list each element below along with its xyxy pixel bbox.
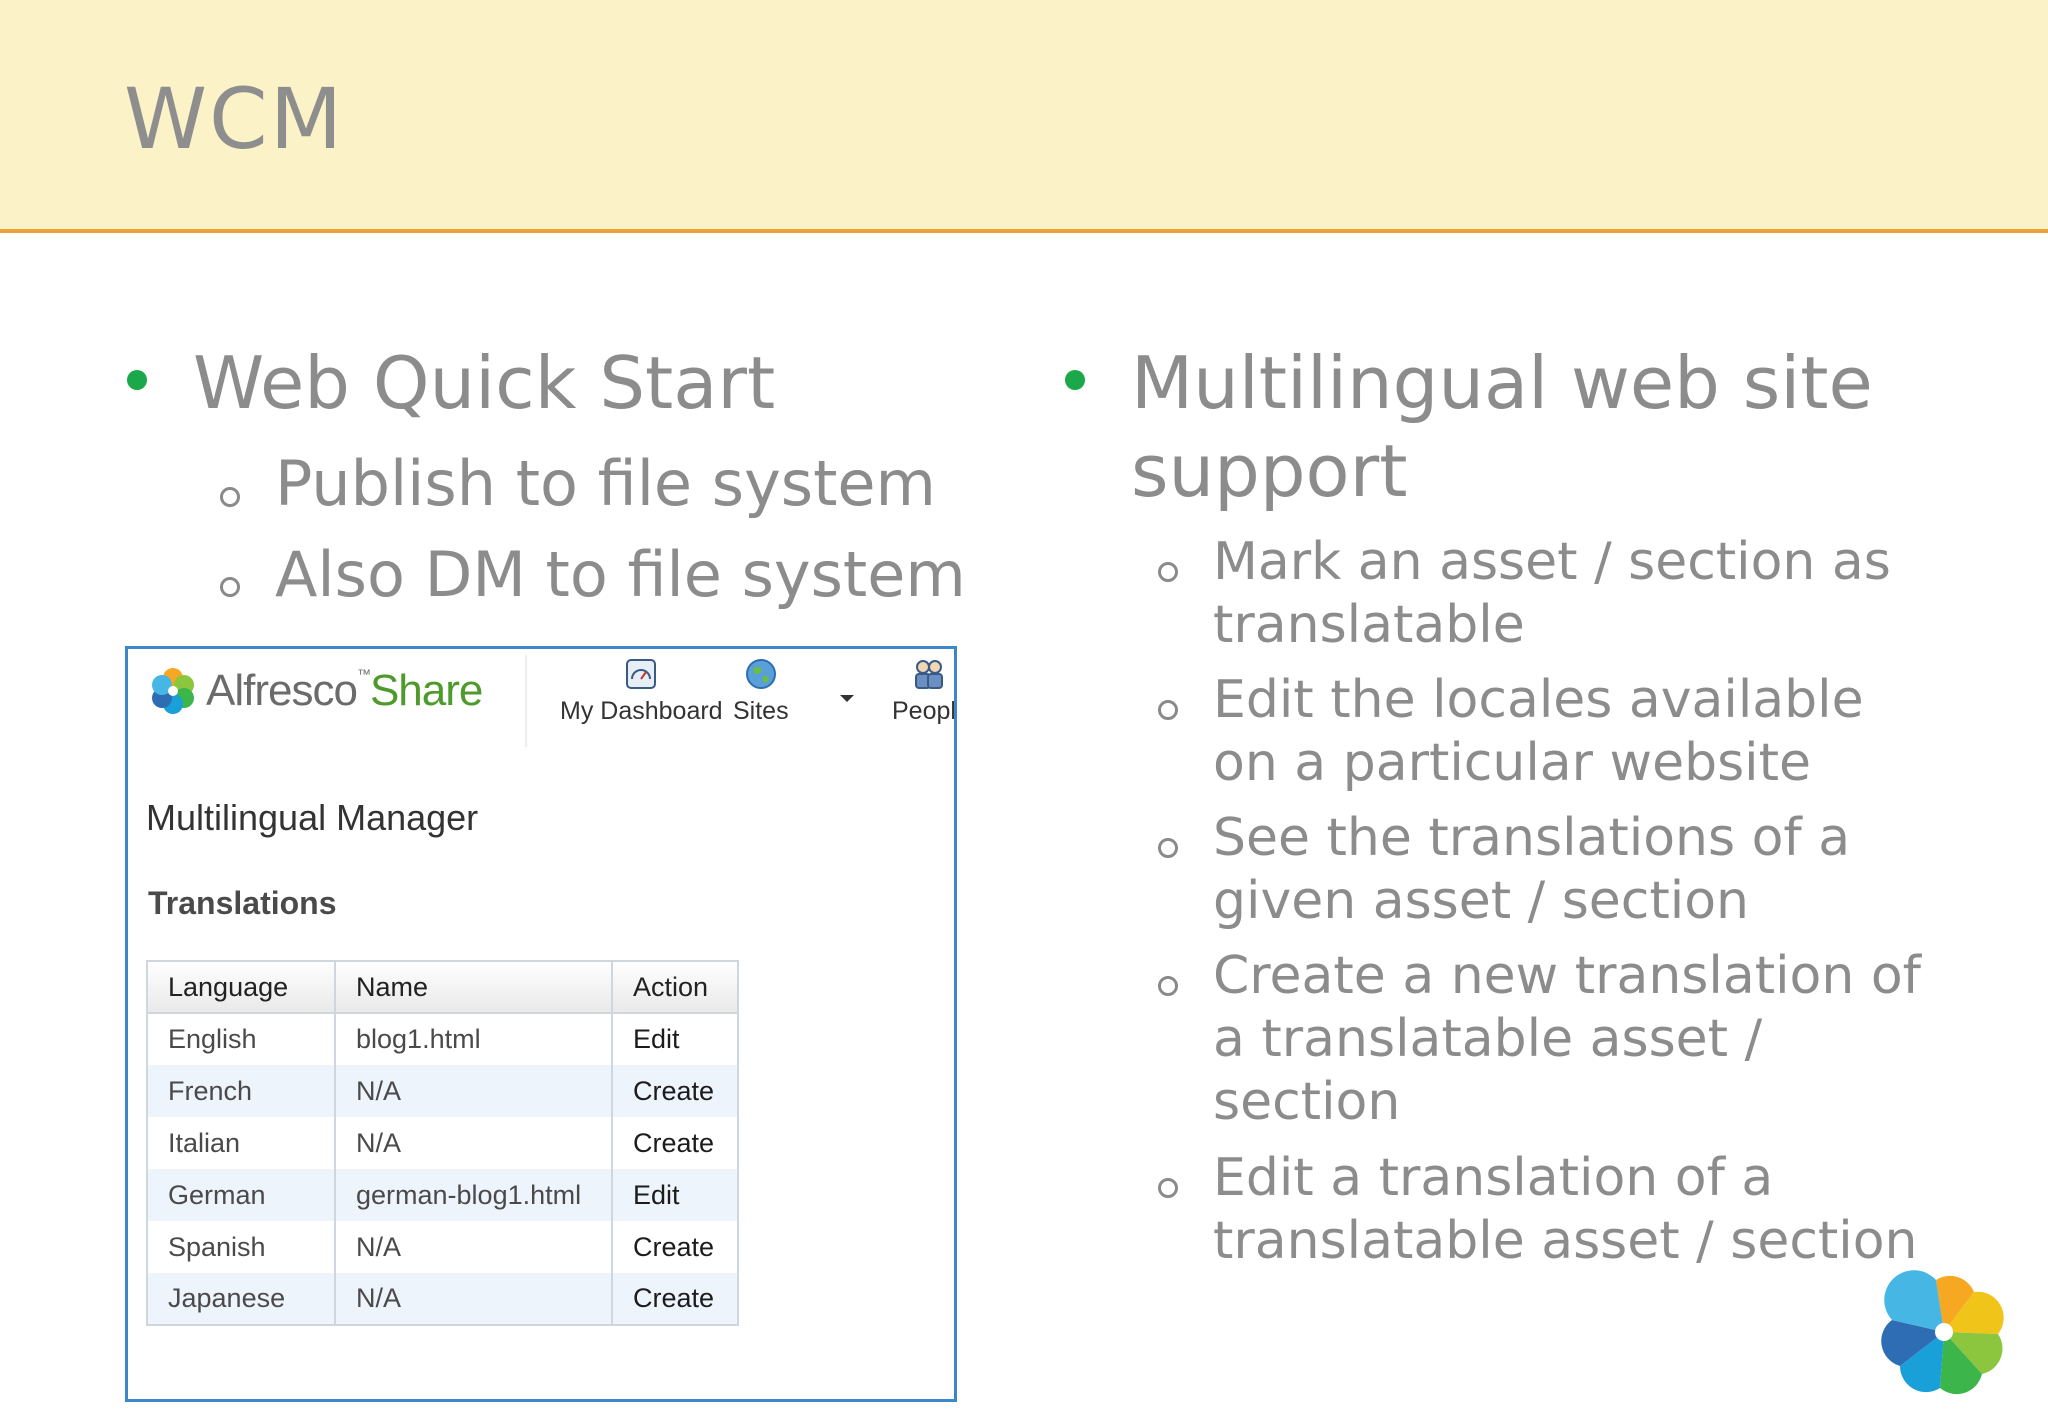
left-bullet-text: Web Quick Start: [193, 341, 776, 425]
alfresco-share-logo[interactable]: Alfresco™Share: [146, 663, 483, 719]
sub-bullet-circle: [1158, 1178, 1178, 1198]
sub-bullet-circle: [1158, 562, 1178, 582]
left-sub-item: Publish to file system: [275, 447, 936, 520]
nav-label: People: [892, 697, 956, 725]
name-cell: N/A: [335, 1117, 613, 1169]
column-header-language[interactable]: Language: [147, 961, 336, 1014]
table-row: English blog1.html Edit: [147, 1013, 739, 1065]
nav-my-dashboard[interactable]: My Dashboard: [560, 657, 723, 726]
logo-wordmark: Alfresco™Share: [206, 666, 483, 716]
table-row: French N/A Create: [147, 1065, 739, 1117]
table-row: Spanish N/A Create: [147, 1221, 739, 1273]
bullet-dot: [127, 370, 147, 390]
alfresco-flower-icon: [152, 668, 194, 714]
sub-bullet-circle: [1158, 700, 1178, 720]
header-divider: [525, 655, 527, 747]
action-link[interactable]: Edit: [612, 1013, 739, 1065]
sub-bullet-circle: [1158, 976, 1178, 996]
nav-label: My Dashboard: [560, 697, 723, 725]
action-link[interactable]: Create: [612, 1221, 739, 1273]
action-link[interactable]: Edit: [612, 1169, 739, 1221]
table-row: German german-blog1.html Edit: [147, 1169, 739, 1221]
name-cell: N/A: [335, 1221, 613, 1273]
language-cell: French: [147, 1065, 336, 1117]
name-cell: N/A: [335, 1065, 613, 1117]
right-bullet-text-line2: support: [1131, 429, 1408, 513]
nav-people[interactable]: People: [892, 657, 956, 726]
logo-trademark: ™: [356, 666, 371, 682]
nav-sites[interactable]: Sites: [733, 657, 789, 726]
dashboard-icon: [626, 659, 657, 689]
alfresco-flower-icon: [1881, 1270, 2004, 1394]
language-cell: Spanish: [147, 1221, 336, 1273]
translations-table: Language Name Action English blog1.html …: [146, 960, 739, 1326]
share-screenshot-panel: Alfresco™Share My Dashboard Sites People…: [125, 646, 957, 1402]
action-link[interactable]: Create: [612, 1273, 739, 1325]
globe-icon: [745, 659, 776, 689]
language-cell: Italian: [147, 1117, 336, 1169]
right-bullet-text-line1: Multilingual web site: [1131, 341, 1873, 425]
section-title: Translations: [148, 885, 337, 921]
action-link[interactable]: Create: [612, 1065, 739, 1117]
right-sub-item: Edit the locales available on a particul…: [1213, 670, 1864, 793]
column-header-name[interactable]: Name: [335, 961, 613, 1014]
table-row: Japanese N/A Create: [147, 1273, 739, 1325]
name-cell: blog1.html: [335, 1013, 613, 1065]
people-icon: [915, 660, 943, 689]
nav-label: Sites: [733, 697, 789, 725]
right-sub-item: Create a new translation of a translatab…: [1213, 946, 1921, 1132]
logo-alfresco-text: Alfresco: [206, 666, 358, 715]
right-sub-item: Mark an asset / section as translatable: [1213, 532, 1891, 655]
chevron-down-icon[interactable]: [840, 695, 854, 702]
name-cell: N/A: [335, 1273, 613, 1325]
bullet-dot: [1065, 370, 1085, 390]
logo-share-text: Share: [369, 666, 483, 715]
sub-bullet-circle: [220, 487, 240, 507]
language-cell: Japanese: [147, 1273, 336, 1325]
sub-bullet-circle: [1158, 838, 1178, 858]
page-title: Multilingual Manager: [146, 797, 479, 838]
action-link[interactable]: Create: [612, 1117, 739, 1169]
right-sub-item: Edit a translation of a translatable ass…: [1213, 1148, 1918, 1271]
language-cell: German: [147, 1169, 336, 1221]
sub-bullet-circle: [220, 577, 240, 597]
name-cell: german-blog1.html: [335, 1169, 613, 1221]
table-header-row: Language Name Action: [147, 961, 739, 1014]
left-sub-item: Also DM to file system: [275, 538, 966, 611]
column-header-action[interactable]: Action: [612, 961, 739, 1014]
slide-title: WCM: [124, 70, 345, 168]
right-sub-item: See the translations of a given asset / …: [1213, 808, 1851, 931]
table-row: Italian N/A Create: [147, 1117, 739, 1169]
language-cell: English: [147, 1013, 336, 1065]
